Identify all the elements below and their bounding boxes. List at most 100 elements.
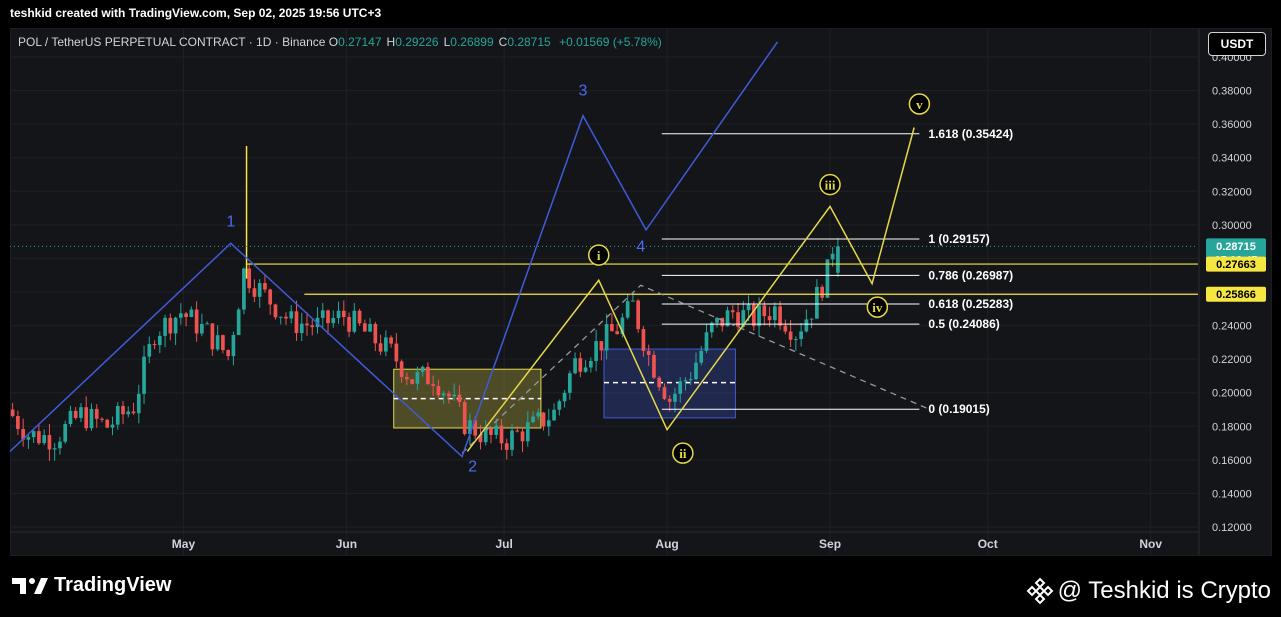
candle-body — [26, 437, 31, 440]
candle-body — [447, 393, 451, 397]
candle-body — [121, 406, 125, 415]
ohlc-value: 0.28715 — [507, 35, 551, 49]
candle-body — [63, 424, 68, 442]
candle-body — [715, 317, 719, 323]
candle-body — [573, 358, 577, 374]
candle-body — [268, 289, 273, 305]
candle-body — [799, 331, 803, 340]
candle-body — [289, 311, 294, 319]
candle-body — [368, 323, 372, 332]
candle-body — [131, 411, 136, 414]
tradingview-logo[interactable]: TradingView — [12, 574, 171, 597]
price-tick-label: 0.32000 — [1212, 186, 1252, 198]
blue-wave-label: 3 — [579, 83, 588, 100]
candle-body — [247, 268, 252, 289]
candle-body — [384, 337, 388, 352]
author-watermark: @ Teshkid is Crypto — [1026, 577, 1271, 605]
price-tick-label: 0.34000 — [1212, 153, 1252, 165]
candle-body — [546, 420, 551, 427]
candle-body — [688, 379, 693, 381]
candle-body — [510, 430, 514, 450]
price-chart[interactable]: 0.12000 0.14000 0.16000 0.18000 0.20000 0.220… — [0, 0, 1281, 617]
candle-body — [457, 394, 462, 402]
candle-body — [589, 360, 593, 368]
candle-body — [399, 361, 404, 378]
symbol-title: POL / TetherUS PERPETUAL CONTRACT · 1D ·… — [18, 35, 326, 49]
candle-body — [625, 301, 630, 318]
candle-body — [37, 431, 41, 444]
candle-body — [662, 387, 667, 399]
candle-body — [499, 425, 504, 444]
candle-body — [378, 343, 383, 352]
price-tick-label: 0.12000 — [1212, 522, 1252, 534]
candle-body — [205, 323, 209, 325]
candle-body — [646, 350, 651, 355]
fib-level-label: 0.786 (0.26987) — [928, 268, 1013, 282]
tradingview-chart-screenshot: teshkid created with TradingView.com, Se… — [0, 0, 1281, 617]
candle-body — [583, 367, 588, 372]
candle-body — [426, 366, 430, 385]
fib-level-label: 1 (0.29157) — [928, 232, 989, 246]
candle-body — [299, 323, 304, 334]
candle-body — [152, 344, 157, 346]
candle-body — [126, 411, 131, 415]
candle-body — [441, 393, 446, 396]
price-axis-badge-text: 0.28715 — [1216, 241, 1256, 253]
candle-body — [820, 286, 824, 298]
candle-body — [100, 418, 104, 420]
price-tick-label: 0.38000 — [1212, 86, 1252, 98]
price-tick-label: 0.36000 — [1212, 119, 1252, 131]
price-tick-label: 0.20000 — [1212, 388, 1252, 400]
candle-body — [357, 310, 362, 324]
candle-body — [567, 373, 572, 393]
candle-body — [42, 435, 47, 444]
watermark-text: @ Teshkid is Crypto — [1057, 577, 1271, 604]
time-tick-label: Aug — [655, 537, 678, 551]
price-change: +0.01569 (+5.78%) — [559, 35, 662, 49]
candle-body — [263, 283, 267, 290]
candle-body — [179, 313, 183, 318]
candle-body — [536, 412, 541, 417]
candle-body — [215, 335, 220, 350]
candle-body — [783, 325, 788, 332]
blue-wave-label: 4 — [636, 239, 645, 256]
candle-body — [594, 341, 598, 361]
candle-body — [320, 310, 325, 318]
candle-body — [326, 310, 330, 324]
candle-body — [578, 358, 583, 372]
binance-diamond-icon — [1026, 577, 1054, 605]
ohlc-key: O — [328, 35, 339, 49]
ohlc-values: O0.27147 H0.29226 L0.26899 C0.28715 — [329, 35, 556, 49]
ohlc-value: 0.29226 — [395, 35, 439, 49]
price-tick-label: 0.18000 — [1212, 421, 1252, 433]
yellow-wave-label: iv — [872, 300, 883, 315]
candle-body — [809, 318, 814, 320]
candle-body — [525, 422, 530, 442]
symbol-legend: POL / TetherUS PERPETUAL CONTRACT · 1D ·… — [18, 35, 667, 49]
candle-body — [115, 406, 120, 425]
candle-body — [352, 310, 357, 332]
candle-body — [173, 317, 178, 334]
candle-body — [436, 385, 441, 396]
candle-body — [657, 377, 662, 388]
candle-body — [825, 259, 830, 298]
candle-body — [489, 428, 493, 435]
currency-button[interactable]: USDT — [1208, 32, 1266, 56]
candle-body — [221, 335, 225, 351]
fib-level-label: 1.618 (0.35424) — [928, 127, 1013, 141]
candle-body — [804, 319, 809, 332]
price-tick-label: 0.24000 — [1212, 321, 1252, 333]
price-tick-label: 0.22000 — [1212, 354, 1252, 366]
candle-body — [699, 350, 704, 363]
candle-body — [652, 354, 656, 378]
candle-body — [331, 318, 336, 324]
candle-body — [362, 323, 367, 332]
candle-body — [704, 332, 709, 351]
yellow-wave-label: ii — [679, 446, 687, 461]
candle-body — [531, 416, 535, 423]
time-tick-label: Jul — [495, 537, 512, 551]
price-axis-badge-text: 0.25866 — [1216, 289, 1256, 301]
candle-body — [284, 316, 288, 319]
ohlc-value: 0.27147 — [338, 35, 382, 49]
candle-body — [610, 324, 614, 332]
